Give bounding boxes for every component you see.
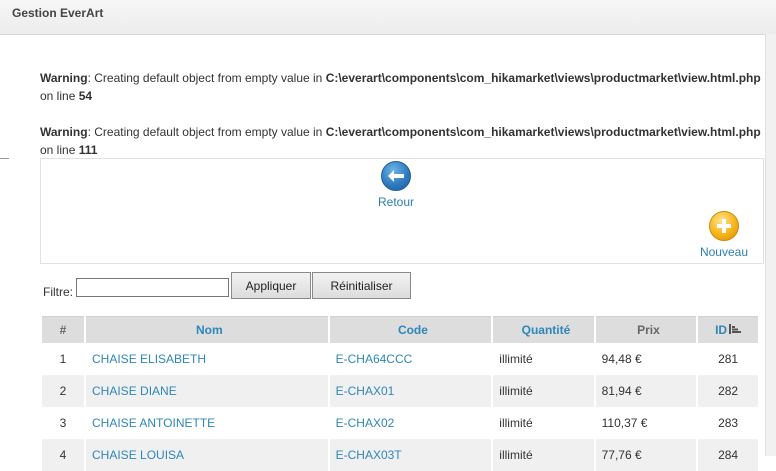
cell-id: 282 bbox=[698, 375, 758, 407]
cell-prix: 110,37 € bbox=[601, 416, 648, 430]
col-header-num: # bbox=[42, 316, 85, 343]
cell-quantite: illimité bbox=[499, 416, 533, 430]
cell-id: 283 bbox=[718, 416, 739, 430]
warning-line: 54 bbox=[78, 89, 93, 103]
warning-line-prefix: on line bbox=[40, 89, 79, 103]
product-code-link[interactable]: E-CHAX03T bbox=[336, 448, 402, 462]
filter-label: Filtre: bbox=[43, 285, 73, 299]
cell-id: 284 bbox=[698, 439, 758, 471]
warning-line-prefix: on line bbox=[40, 143, 79, 157]
warning-path: C:\everart\components\com_hikamarket\vie… bbox=[325, 125, 761, 139]
table-row: 3 CHAISE ANTOINETTE E-CHAX02 illimité 11… bbox=[42, 407, 758, 439]
sort-desc-icon bbox=[729, 323, 742, 337]
col-header-id[interactable]: ID bbox=[698, 316, 758, 343]
product-code-link[interactable]: E-CHAX02 bbox=[336, 416, 395, 430]
app-header: Gestion EverArt bbox=[0, 0, 776, 35]
table-row: 4 CHAISE LOUISA E-CHAX03T illimité 77,76… bbox=[42, 439, 758, 471]
php-warning: Warning: Creating default object from em… bbox=[40, 123, 768, 159]
apply-button[interactable]: Appliquer bbox=[231, 272, 311, 299]
col-header-id-label: ID bbox=[715, 322, 728, 337]
divider bbox=[0, 158, 9, 159]
back-arrow-icon bbox=[381, 161, 411, 191]
plus-icon bbox=[709, 211, 739, 241]
table-row: 2 CHAISE DIANE E-CHAX01 illimité 81,94 €… bbox=[42, 375, 758, 407]
col-header-nom[interactable]: Nom bbox=[86, 316, 328, 343]
warning-label: Warning bbox=[40, 125, 88, 139]
cell-prix: 81,94 € bbox=[595, 375, 697, 407]
col-header-code[interactable]: Code bbox=[329, 316, 492, 343]
back-button[interactable]: Retour bbox=[376, 161, 416, 209]
col-header-quantite[interactable]: Quantité bbox=[493, 316, 594, 343]
cell-num: 3 bbox=[59, 416, 67, 430]
php-warning: Warning: Creating default object from em… bbox=[40, 69, 768, 105]
warning-message: : Creating default object from empty val… bbox=[87, 71, 326, 85]
product-name-link[interactable]: CHAISE ELISABETH bbox=[92, 352, 206, 366]
product-code-link[interactable]: E-CHA64CCC bbox=[336, 352, 413, 366]
warning-path: C:\everart\components\com_hikamarket\vie… bbox=[325, 71, 761, 85]
toolbar: Retour Nouveau bbox=[40, 158, 764, 264]
cell-num: 2 bbox=[42, 375, 85, 407]
product-name-link[interactable]: CHAISE DIANE bbox=[92, 384, 177, 398]
cell-quantite: illimité bbox=[493, 439, 594, 471]
warning-label: Warning bbox=[40, 71, 88, 85]
back-label: Retour bbox=[377, 195, 415, 209]
product-name-link[interactable]: CHAISE ANTOINETTE bbox=[92, 416, 215, 430]
warning-message: : Creating default object from empty val… bbox=[87, 125, 326, 139]
cell-num: 4 bbox=[42, 439, 85, 471]
new-button[interactable]: Nouveau bbox=[696, 211, 752, 259]
product-table: # Nom Code Quantité Prix ID 1 CHAISE ELI… bbox=[40, 316, 760, 471]
app-title: Gestion EverArt bbox=[12, 6, 104, 20]
cell-num: 1 bbox=[59, 352, 67, 366]
table-row: 1 CHAISE ELISABETH E-CHA64CCC illimité 9… bbox=[42, 343, 758, 375]
table-header-row: # Nom Code Quantité Prix ID bbox=[42, 316, 758, 343]
cell-prix: 94,48 € bbox=[601, 352, 642, 366]
new-label: Nouveau bbox=[699, 245, 749, 259]
cell-quantite: illimité bbox=[499, 352, 533, 366]
cell-quantite: illimité bbox=[493, 375, 594, 407]
product-name-link[interactable]: CHAISE LOUISA bbox=[92, 448, 184, 462]
warning-line: 111 bbox=[78, 143, 98, 157]
col-header-prix[interactable]: Prix bbox=[595, 316, 697, 343]
cell-id: 281 bbox=[718, 352, 739, 366]
reset-button[interactable]: Réinitialiser bbox=[312, 272, 411, 299]
filter-input[interactable] bbox=[76, 278, 229, 297]
product-code-link[interactable]: E-CHAX01 bbox=[336, 384, 395, 398]
cell-prix: 77,76 € bbox=[595, 439, 697, 471]
